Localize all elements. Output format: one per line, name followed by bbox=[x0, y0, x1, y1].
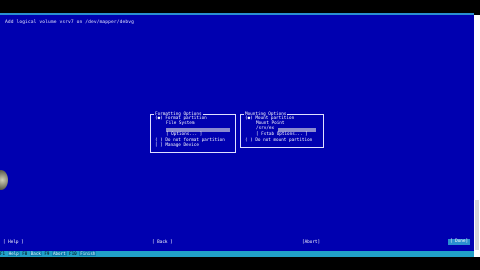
done-button[interactable]: [ Done] bbox=[448, 239, 470, 245]
top-black-bar bbox=[0, 0, 480, 14]
yast-screen: Add logical volume vsrv7 on /dev/mapper/… bbox=[0, 15, 474, 251]
f8-back-key[interactable]: Back bbox=[29, 251, 42, 256]
f8-key: F8 bbox=[22, 251, 28, 256]
format-options-button[interactable]: [ Options... ] bbox=[166, 132, 202, 138]
do-not-mount-radio[interactable]: ( ) Do not mount partition bbox=[245, 138, 312, 144]
f1-help-key[interactable]: Help bbox=[7, 251, 20, 256]
help-button[interactable]: [ Help ] bbox=[3, 240, 24, 245]
f1-key: F1 bbox=[0, 251, 6, 256]
manage-device-checkbox[interactable]: [ ] Manage Device bbox=[155, 143, 199, 149]
f10-key: F10 bbox=[69, 251, 77, 256]
fstab-options-button[interactable]: [ Fstab Options... ] bbox=[256, 132, 308, 138]
formatting-options-group: Formatting Options (●) Format partition … bbox=[150, 112, 236, 153]
f10-finish-key[interactable]: Finish bbox=[79, 251, 97, 256]
file-system-label: File System bbox=[166, 121, 195, 126]
scrollbar-thumb[interactable] bbox=[475, 200, 479, 250]
mounting-options-group: Mounting Options (●) Mount partition Mou… bbox=[240, 112, 324, 148]
f9-abort-key[interactable]: Abort bbox=[51, 251, 67, 256]
mount-point-value: /srv/ex bbox=[256, 126, 275, 131]
dialog-title: Add logical volume vsrv7 on /dev/mapper/… bbox=[5, 20, 134, 25]
abort-button[interactable]: [Abort] bbox=[302, 240, 320, 245]
f9-key: F9 bbox=[44, 251, 50, 256]
bottom-black-bar bbox=[0, 257, 480, 270]
back-button[interactable]: [ Back ] bbox=[152, 240, 173, 245]
